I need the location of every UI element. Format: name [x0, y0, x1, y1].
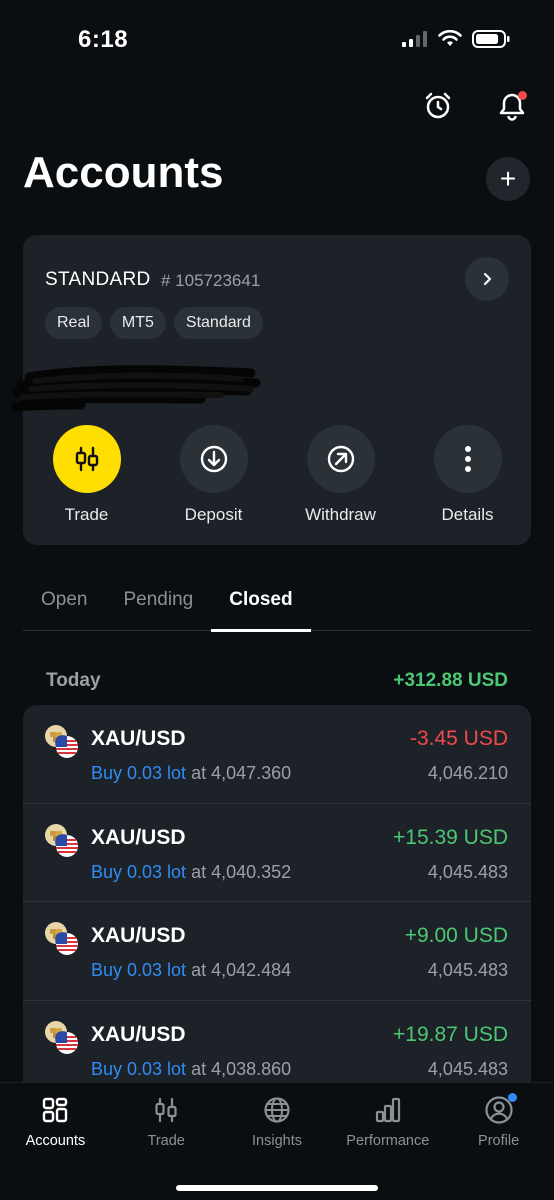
- withdraw-action-circle: [306, 425, 375, 493]
- trade-profit-loss: +15.39 USD: [393, 825, 508, 849]
- trade-symbol: XAU/USD: [91, 727, 186, 750]
- trade-action-label: Trade: [64, 505, 109, 524]
- account-type: STANDARD: [45, 269, 151, 290]
- trade-symbol: XAU/USD: [91, 825, 186, 849]
- details-action-label: Details: [441, 505, 494, 524]
- tab-pending[interactable]: Pending: [105, 585, 211, 631]
- trade-icon: [75, 446, 98, 472]
- trade-action[interactable]: Trade: [23, 425, 150, 525]
- trade-close-price: 4,046.210: [427, 763, 508, 783]
- trade-detail: Buy 0.03 lot at 4,042.484: [91, 960, 291, 981]
- trade-side-lot: Buy 0.03 lot: [91, 960, 187, 980]
- deposit-icon: [200, 445, 227, 473]
- globe-icon: [262, 1095, 292, 1125]
- alarm-icon: [425, 92, 451, 119]
- add-account-button[interactable]: +: [486, 157, 530, 201]
- account-tags: Real MT5 Standard: [45, 307, 263, 339]
- xau-usd-pair-icon: [45, 1020, 78, 1054]
- trade-profit-loss: +9.00 USD: [404, 924, 508, 947]
- deposit-action[interactable]: Deposit: [150, 425, 277, 525]
- trade-detail: Buy 0.03 lot at 4,047.360: [91, 763, 291, 784]
- candles-icon: [151, 1095, 181, 1125]
- account-open-button[interactable]: [465, 257, 509, 301]
- trade-close-price: 4,045.483: [427, 960, 508, 980]
- trade-row[interactable]: XAU/USD -3.45 USD Buy 0.03 lot at 4,047.…: [23, 705, 531, 804]
- trade-open-price: at 4,047.360: [191, 763, 292, 783]
- deposit-action-circle: [179, 425, 248, 493]
- details-action[interactable]: Details: [404, 425, 531, 525]
- chevron-right-icon: [483, 272, 492, 286]
- trade-close-price: 4,045.483: [427, 1058, 508, 1079]
- notification-badge: [518, 91, 527, 100]
- bottom-nav: Accounts Trade Insights Performance Prof…: [0, 1082, 554, 1200]
- grid-icon: [40, 1095, 70, 1125]
- battery-icon: [472, 30, 510, 48]
- notifications-button[interactable]: [494, 88, 530, 124]
- withdraw-icon: [327, 445, 354, 473]
- nav-trade[interactable]: Trade: [111, 1083, 222, 1200]
- bars-icon: [373, 1095, 403, 1125]
- status-time: 6:18: [78, 26, 129, 53]
- balance-redaction-scribble: [11, 365, 261, 412]
- status-bar: 6:18: [0, 0, 554, 80]
- details-action-circle: [433, 425, 502, 493]
- header-actions: [420, 88, 530, 124]
- nav-accounts[interactable]: Accounts: [0, 1083, 111, 1200]
- today-total: +312.88 USD: [393, 670, 508, 691]
- trade-symbol: XAU/USD: [91, 924, 186, 947]
- status-icons: [402, 30, 510, 48]
- nav-profile-label: Profile: [478, 1133, 520, 1149]
- nav-accounts-label: Accounts: [25, 1133, 86, 1149]
- trade-side-lot: Buy 0.03 lot: [91, 763, 187, 783]
- xau-usd-pair-icon: [45, 922, 78, 955]
- nav-trade-label: Trade: [147, 1133, 185, 1149]
- tab-open[interactable]: Open: [23, 585, 105, 631]
- closed-trades-list: XAU/USD -3.45 USD Buy 0.03 lot at 4,047.…: [23, 705, 531, 1105]
- nav-insights[interactable]: Insights: [222, 1083, 333, 1200]
- tag-account-type: Standard: [173, 307, 263, 339]
- positions-tabs: Open Pending Closed: [23, 585, 531, 632]
- signal-icon: [402, 31, 427, 47]
- account-actions: Trade Deposit Withdraw Details: [23, 425, 531, 525]
- xau-usd-pair-icon: [45, 823, 78, 857]
- nav-insights-label: Insights: [252, 1133, 302, 1149]
- tag-platform: MT5: [109, 307, 166, 339]
- page-title: Accounts: [23, 148, 224, 197]
- trade-close-price: 4,045.483: [427, 861, 508, 882]
- nav-profile[interactable]: Profile: [443, 1083, 554, 1200]
- withdraw-action-label: Withdraw: [305, 505, 376, 524]
- account-number: # 105723641: [161, 271, 261, 290]
- deposit-action-label: Deposit: [184, 505, 243, 524]
- today-label: Today: [46, 670, 101, 691]
- trade-side-lot: Buy 0.03 lot: [91, 861, 187, 882]
- trade-profit-loss: +19.87 USD: [393, 1022, 508, 1046]
- trade-action-circle: [52, 425, 121, 493]
- trade-open-price: at 4,040.352: [191, 861, 292, 882]
- trade-row[interactable]: XAU/USD +15.39 USD Buy 0.03 lot at 4,040…: [23, 804, 531, 902]
- trade-row[interactable]: XAU/USD +9.00 USD Buy 0.03 lot at 4,042.…: [23, 902, 531, 1001]
- tag-real: Real: [45, 307, 102, 339]
- home-indicator: [176, 1185, 378, 1191]
- trade-detail: Buy 0.03 lot at 4,040.352: [91, 862, 291, 883]
- trade-open-price: at 4,038.860: [191, 1058, 292, 1079]
- trade-profit-loss: -3.45 USD: [409, 727, 508, 750]
- xau-usd-pair-icon: [45, 725, 78, 758]
- alarm-button[interactable]: [420, 88, 456, 124]
- trade-detail: Buy 0.03 lot at 4,038.860: [91, 1059, 291, 1080]
- trade-symbol: XAU/USD: [91, 1022, 186, 1046]
- wifi-icon: [438, 30, 462, 46]
- account-card[interactable]: STANDARD # 105723641 Real MT5 Standard 0…: [11, 235, 531, 545]
- tab-closed[interactable]: Closed: [211, 585, 311, 632]
- withdraw-action[interactable]: Withdraw: [277, 425, 404, 525]
- nav-performance[interactable]: Performance: [332, 1083, 443, 1200]
- nav-performance-label: Performance: [346, 1133, 430, 1149]
- today-summary: Today +312.88 USD: [46, 670, 508, 692]
- profile-badge: [507, 1093, 517, 1102]
- more-vertical-icon: [464, 446, 471, 472]
- trade-open-price: at 4,042.484: [191, 960, 292, 980]
- trade-side-lot: Buy 0.03 lot: [91, 1058, 187, 1079]
- user-icon: [484, 1093, 517, 1125]
